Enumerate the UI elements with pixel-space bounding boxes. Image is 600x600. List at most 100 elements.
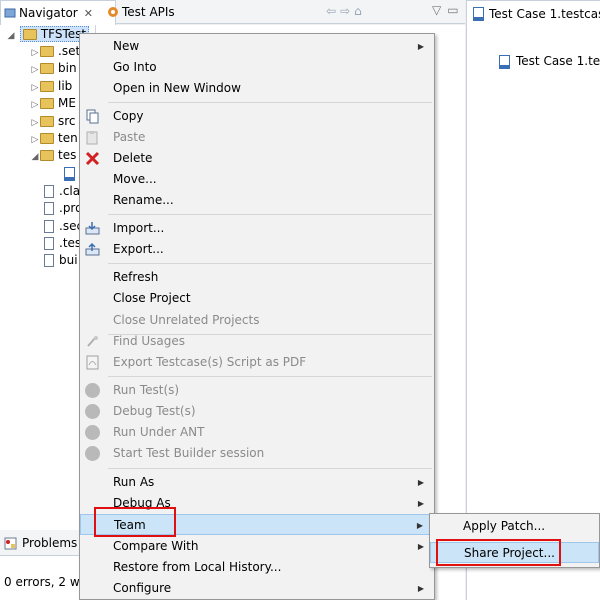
menu-separator [108,468,432,469]
forward-arrow-icon[interactable]: ⇨ [340,4,354,18]
tree-item-label: lib [58,78,73,93]
editor-item-label: Test Case 1.testc [516,54,600,68]
tab-problems[interactable]: Problems [0,530,80,556]
tree-item[interactable]: .sec [44,218,83,235]
tab-editor-testcase[interactable]: Test Case 1.testcase [466,0,600,27]
menu-item-start-builder[interactable]: Start Test Builder session [80,443,434,464]
tree-item-label: src [58,113,76,128]
minimize-icon[interactable]: ▭ [447,3,458,17]
testcase-file-icon [499,54,510,69]
submenu-arrow-icon: ▶ [417,499,424,508]
menu-item-run-as[interactable]: Run As ▶ [80,472,434,493]
menu-item-label: Refresh [113,270,159,284]
submenu-item-apply-patch[interactable]: Apply Patch... [430,516,599,537]
editor-testcase-item[interactable]: Test Case 1.testc [499,54,600,69]
menu-item-rename[interactable]: Rename... [80,190,434,211]
menu-separator [108,263,432,264]
submenu-arrow-icon: ▶ [417,478,424,487]
menu-item-refresh[interactable]: Refresh [80,267,434,288]
collapse-arrow-icon[interactable]: ◢ [6,28,16,45]
menu-item-import[interactable]: Import... [80,218,434,239]
import-icon [85,222,100,235]
menu-item-label: Start Test Builder session [113,446,265,460]
menu-item-export[interactable]: Export... [80,239,434,260]
file-icon [44,219,54,233]
test-apis-icon [108,7,118,17]
tree-item[interactable]: .tes [44,235,81,252]
view-menu-icon[interactable]: ▽ [432,3,441,17]
tree-item[interactable]: ▷ lib [30,78,73,95]
menu-separator [108,102,432,103]
menu-item-export-pdf[interactable]: Export Testcase(s) Script as PDF [80,352,434,373]
menu-item-paste[interactable]: Paste [80,127,434,148]
menu-item-label: Copy [113,109,144,123]
tab-test-apis[interactable]: Test APIs [104,0,175,24]
submenu-arrow-icon: ▶ [417,584,424,593]
menu-item-run-test[interactable]: Run Test(s) [80,380,434,401]
tab-navigator[interactable]: Navigator ✕ [0,0,116,25]
menu-item-restore-history[interactable]: Restore from Local History... [80,557,434,578]
tree-item-testcase[interactable] [64,165,75,182]
tree-item[interactable]: ▷ .set [30,43,81,60]
menu-item-close-project[interactable]: Close Project [80,288,434,309]
close-icon[interactable]: ✕ [84,7,93,20]
view-menu-controls: ▽ ▭ [432,3,460,19]
menu-item-label: Delete [113,151,153,165]
tree-item[interactable]: ▷ src [30,113,76,130]
menu-item-label: Debug Test(s) [113,404,196,418]
menu-item-compare-with[interactable]: Compare With ▶ [80,536,434,557]
menu-item-new[interactable]: New ▶ [80,36,434,57]
folder-icon [40,80,54,92]
tree-item-label: bui [59,253,78,268]
navigator-icon [4,8,16,18]
tree-item[interactable]: ▷ bin [30,60,77,77]
tree-item[interactable]: bui [44,252,78,269]
menu-item-label: New [113,39,140,53]
back-arrow-icon[interactable]: ⇦ [326,4,340,18]
menu-item-configure[interactable]: Configure ▶ [80,578,434,599]
menu-item-go-into[interactable]: Go Into [80,57,434,78]
tree-item-label: .tes [59,236,82,250]
tree-item-label: bin [58,61,77,76]
folder-icon [40,150,54,162]
tree-item[interactable]: .cla [44,183,80,200]
file-icon [44,184,54,198]
menu-item-delete[interactable]: Delete [80,148,434,169]
menu-item-move[interactable]: Move... [80,169,434,190]
tree-item-label: ten [58,131,78,145]
tree-root[interactable]: ◢ TFSTest [6,26,90,45]
menu-item-label: Open in New Window [113,81,241,95]
menu-item-label: Move... [113,172,157,186]
home-icon[interactable]: ⌂ [354,4,366,18]
file-icon [44,254,54,268]
delete-icon [85,151,100,166]
menu-item-copy[interactable]: Copy [80,106,434,127]
menu-item-find-usages[interactable]: Find Usages [80,331,434,352]
paste-icon [86,131,98,145]
menu-item-run-under-ant[interactable]: Run Under ANT [80,422,434,443]
tree-item[interactable]: ◢ tes [30,147,77,166]
pdf-icon [86,355,99,370]
menu-item-label: Import... [113,221,165,235]
tree-item[interactable]: ▷ ten [30,130,78,147]
run-test-icon [85,383,100,398]
collapse-arrow-icon[interactable]: ◢ [30,149,40,166]
submenu-item-label: Apply Patch... [463,519,546,533]
menu-item-debug-test[interactable]: Debug Test(s) [80,401,434,422]
folder-icon [40,46,54,57]
tab-problems-label: Problems [22,536,78,550]
tree-item[interactable]: .pro [44,200,82,217]
editor-tab-strip: Test Case 1.testcase [466,0,600,27]
ant-icon [85,425,100,440]
menu-item-open-new-window[interactable]: Open in New Window [80,78,434,99]
tab-navigator-label: Navigator [19,6,78,20]
menu-separator [108,376,432,377]
menu-item-label: Export... [113,242,164,256]
folder-icon [40,115,54,127]
menu-item-close-unrelated[interactable]: Close Unrelated Projects [80,310,434,331]
folder-icon [40,63,54,75]
tree-item[interactable]: ▷ ME [30,95,76,112]
submenu-arrow-icon: ▶ [417,42,424,51]
builder-session-icon [85,446,100,461]
tree-item-label: ME [58,96,76,111]
